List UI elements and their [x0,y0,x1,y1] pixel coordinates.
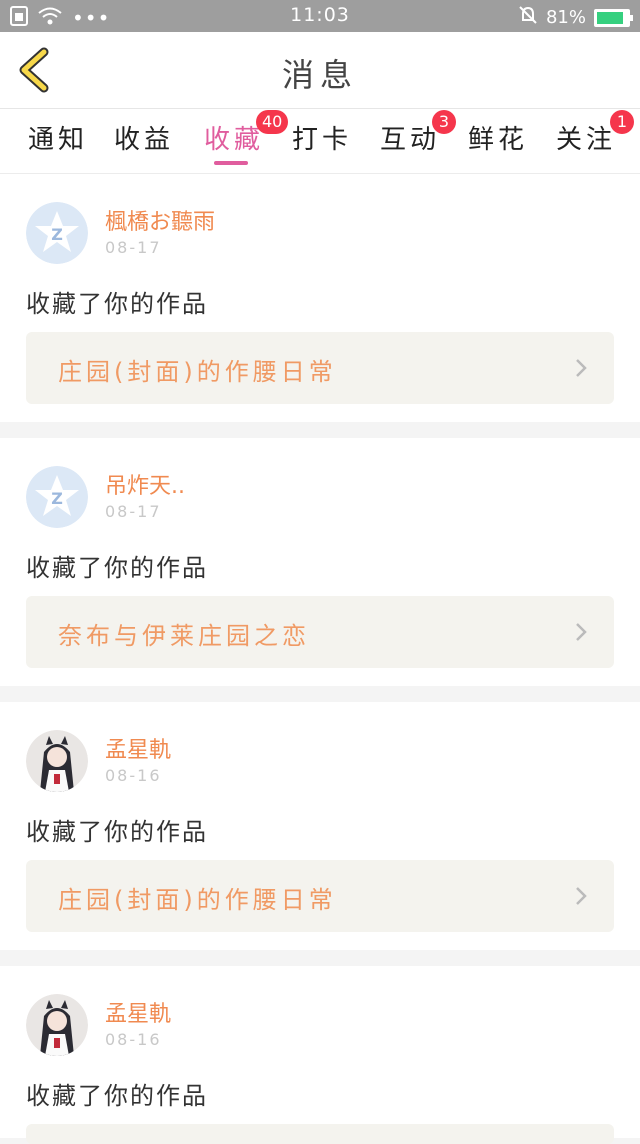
default-avatar-icon[interactable]: Z [26,202,88,264]
message-card: 孟星軌 08-16 收藏了你的作品 [0,966,640,1144]
work-title: 庄园(封面)的作腰日常 [58,358,337,386]
status-bar: ••• 11:03 81% [0,0,640,32]
svg-text:Z: Z [51,225,63,244]
message-text: 收藏了你的作品 [26,554,208,582]
tab-flowers[interactable]: 鲜花 [468,119,528,156]
tab-notifications[interactable]: 通知 [28,119,88,156]
battery-icon [594,8,633,27]
chevron-right-icon [576,623,587,641]
username[interactable]: 孟星軌 [105,732,171,764]
message-text: 收藏了你的作品 [26,290,208,318]
favorites-count-badge: 40 [256,110,289,134]
work-title: 庄园(封面)的作腰日常 [58,886,337,914]
page-title: 消息 [281,56,358,94]
interaction-count-badge: 3 [432,110,456,134]
message-text: 收藏了你的作品 [26,1082,208,1110]
tab-follow[interactable]: 关注 1 [556,110,634,156]
chevron-right-icon [576,887,587,905]
username[interactable]: 楓橋お聽雨 [105,204,215,236]
message-card: Z 楓橋お聽雨 08-17 收藏了你的作品 庄园(封面)的作腰日常 [0,174,640,422]
message-date: 08-16 [105,766,162,785]
work-link[interactable]: 奈布与伊莱庄园之恋 [26,596,614,668]
message-date: 08-17 [105,238,162,257]
tab-earnings[interactable]: 收益 [114,119,174,156]
tab-checkin[interactable]: 打卡 [292,119,352,156]
nav-bar: 消息 [0,32,640,109]
tab-favorites[interactable]: 收藏 40 [204,110,289,156]
user-avatar[interactable] [26,730,88,792]
message-date: 08-16 [105,1030,162,1049]
default-avatar-icon[interactable]: Z [26,466,88,528]
username[interactable]: 孟星軌 [105,996,171,1028]
active-tab-indicator [214,161,248,165]
battery-percent: 81% [545,7,586,28]
tab-bar: 通知 收益 收藏 40 打卡 互动 3 鲜花 关注 1 [0,109,640,174]
message-card: 孟星軌 08-16 收藏了你的作品 庄园(封面)的作腰日常 [0,702,640,950]
work-link[interactable] [26,1124,614,1144]
username[interactable]: 吊炸天.. [105,468,185,500]
follow-count-badge: 1 [610,110,634,134]
svg-text:Z: Z [51,489,63,508]
mute-bell-icon [518,5,538,30]
tab-interaction[interactable]: 互动 3 [380,110,456,156]
status-right-icons: 81% [518,5,633,30]
message-text: 收藏了你的作品 [26,818,208,846]
work-title: 奈布与伊莱庄园之恋 [58,622,310,650]
user-avatar[interactable] [26,994,88,1056]
message-date: 08-17 [105,502,162,521]
work-link[interactable]: 庄园(封面)的作腰日常 [26,860,614,932]
chevron-right-icon [576,359,587,377]
work-link[interactable]: 庄园(封面)的作腰日常 [26,332,614,404]
message-card: Z 吊炸天.. 08-17 收藏了你的作品 奈布与伊莱庄园之恋 [0,438,640,686]
